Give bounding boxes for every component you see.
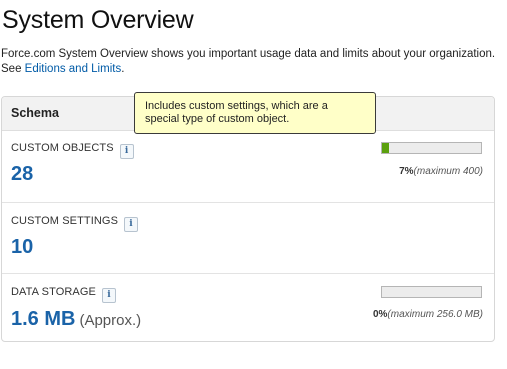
custom-settings-row: CUSTOM SETTINGS i 10 [2,202,494,273]
data-storage-label-group: DATA STORAGE i [11,286,116,303]
custom-objects-label: CUSTOM OBJECTS [11,142,114,154]
custom-settings-label: CUSTOM SETTINGS [11,215,119,227]
info-icon[interactable]: i [124,217,139,232]
custom-objects-maximum: (maximum 400) [413,166,483,177]
data-storage-usage-bar [381,286,482,298]
data-storage-approx: (Approx.) [79,312,142,329]
editions-and-limits-link[interactable]: Editions and Limits [25,63,122,75]
custom-objects-row: CUSTOM OBJECTS i 28 7%(maximum 400) [2,131,494,202]
data-storage-usage-text: 0%(maximum 256.0 MB) [373,309,483,320]
info-icon[interactable]: i [119,144,134,159]
custom-settings-value: 10 [11,236,34,258]
data-storage-maximum: (maximum 256.0 MB) [387,309,483,320]
intro-description: Force.com System Overview shows you impo… [1,48,496,60]
custom-objects-percent: 7% [399,166,414,177]
intro-period: . [121,63,125,75]
data-storage-label: DATA STORAGE [11,286,96,298]
custom-objects-usage-text: 7%(maximum 400) [399,166,483,177]
intro-text: Force.com System Overview shows you impo… [1,47,507,77]
custom-objects-value: 28 [11,163,34,185]
page-title: System Overview [2,6,194,34]
data-storage-row: DATA STORAGE i 1.6 MB (Approx.) 0%(maximum… [2,273,494,341]
intro-see: See [1,63,22,75]
custom-settings-tooltip: Includes custom settings, which are a sp… [134,92,376,134]
custom-objects-label-group: CUSTOM OBJECTS i [11,142,134,159]
custom-settings-label-group: CUSTOM SETTINGS i [11,215,139,232]
custom-objects-usage-fill [382,143,389,153]
data-storage-value-group: 1.6 MB (Approx.) [11,308,141,331]
data-storage-value: 1.6 MB [11,308,76,330]
data-storage-percent: 0% [372,309,388,320]
custom-objects-usage-bar [381,142,482,154]
info-icon[interactable]: i [101,288,116,303]
